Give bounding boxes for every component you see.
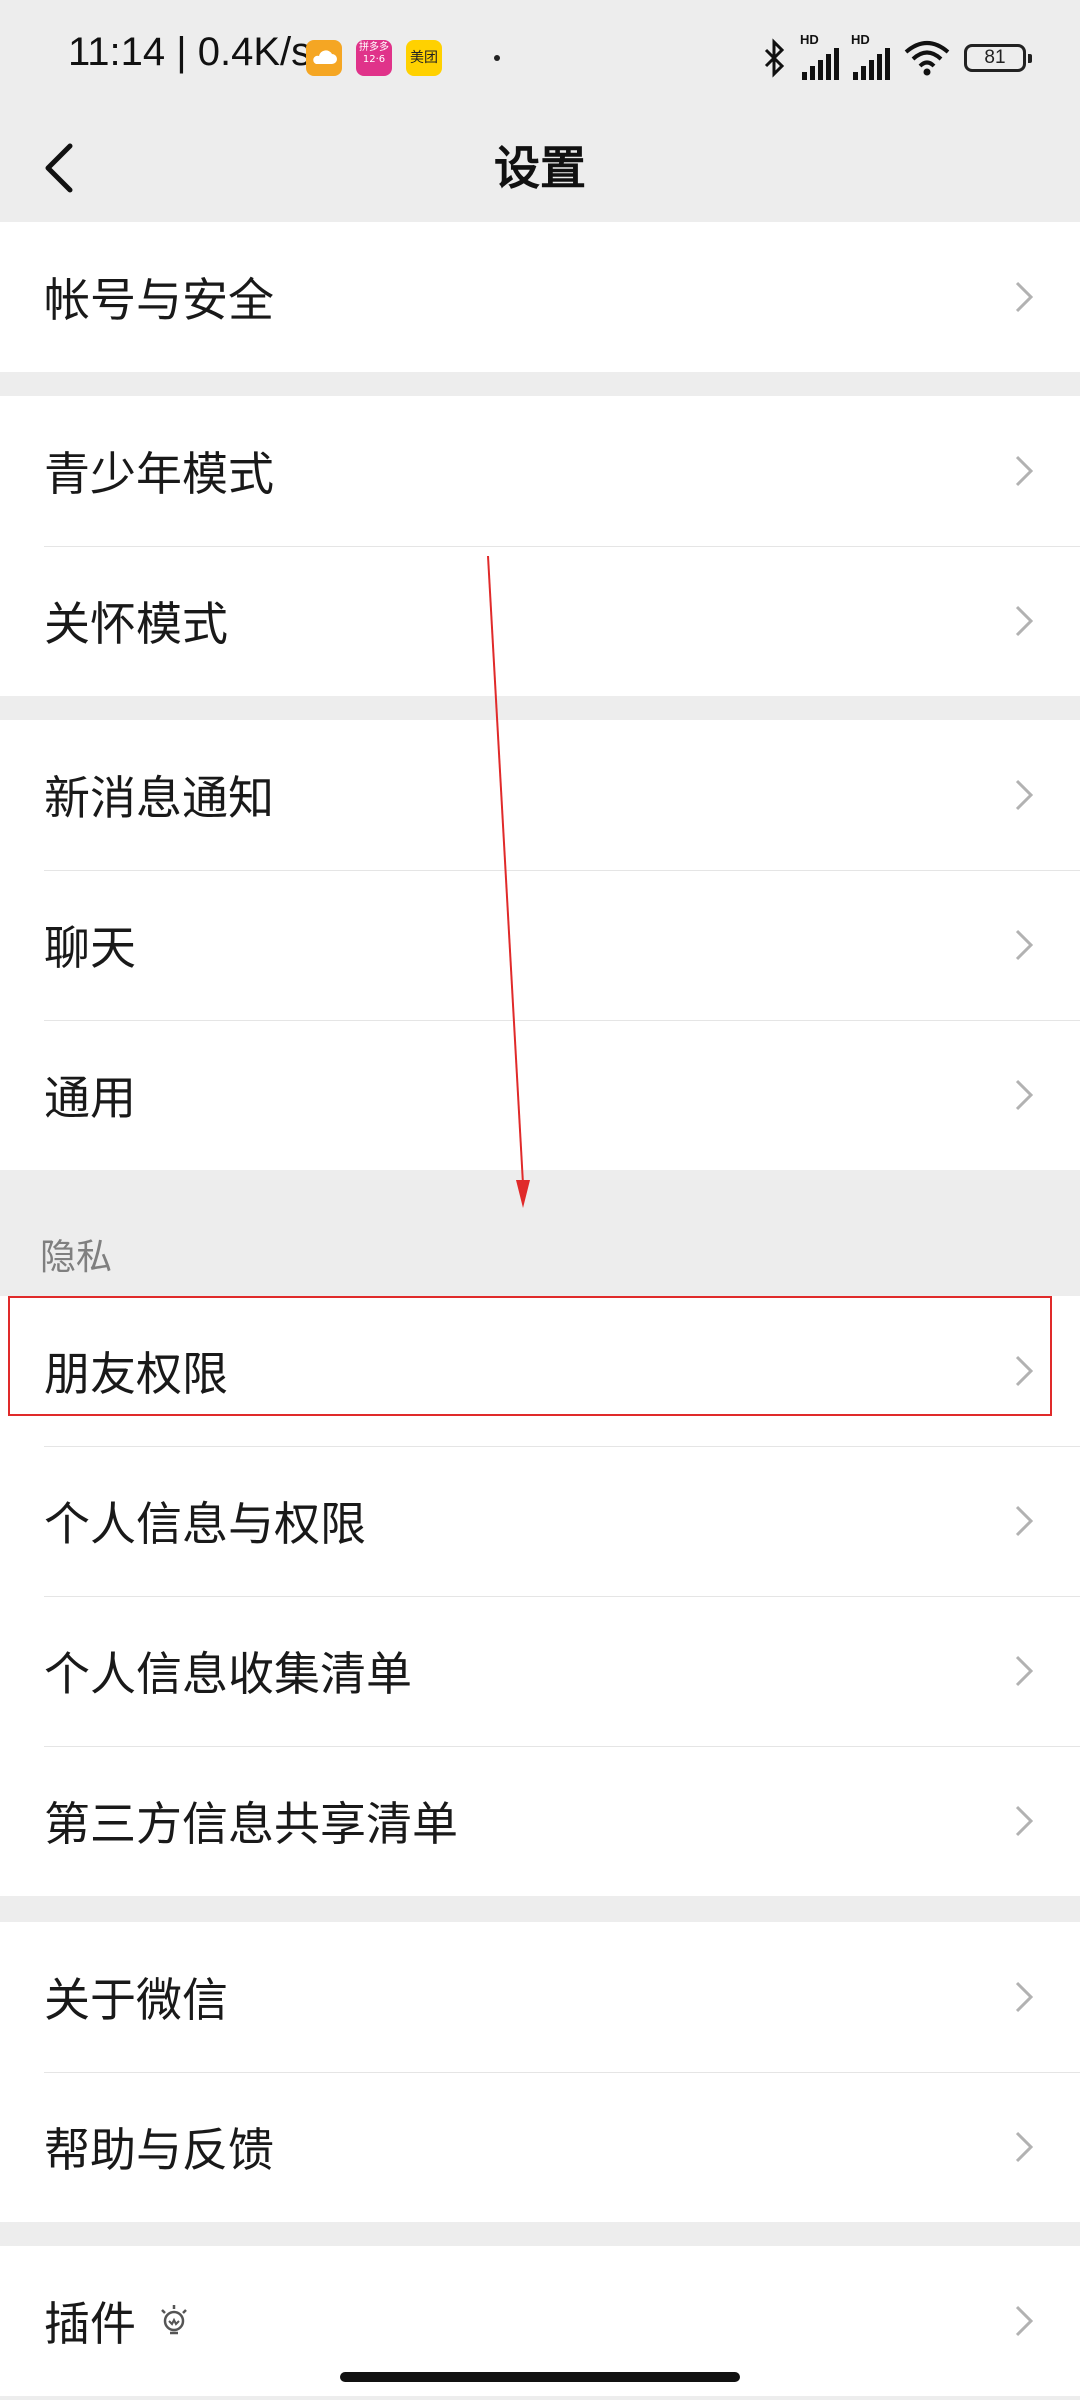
home-indicator[interactable] [340,2372,740,2382]
annotation-arrow-icon [487,555,530,1208]
